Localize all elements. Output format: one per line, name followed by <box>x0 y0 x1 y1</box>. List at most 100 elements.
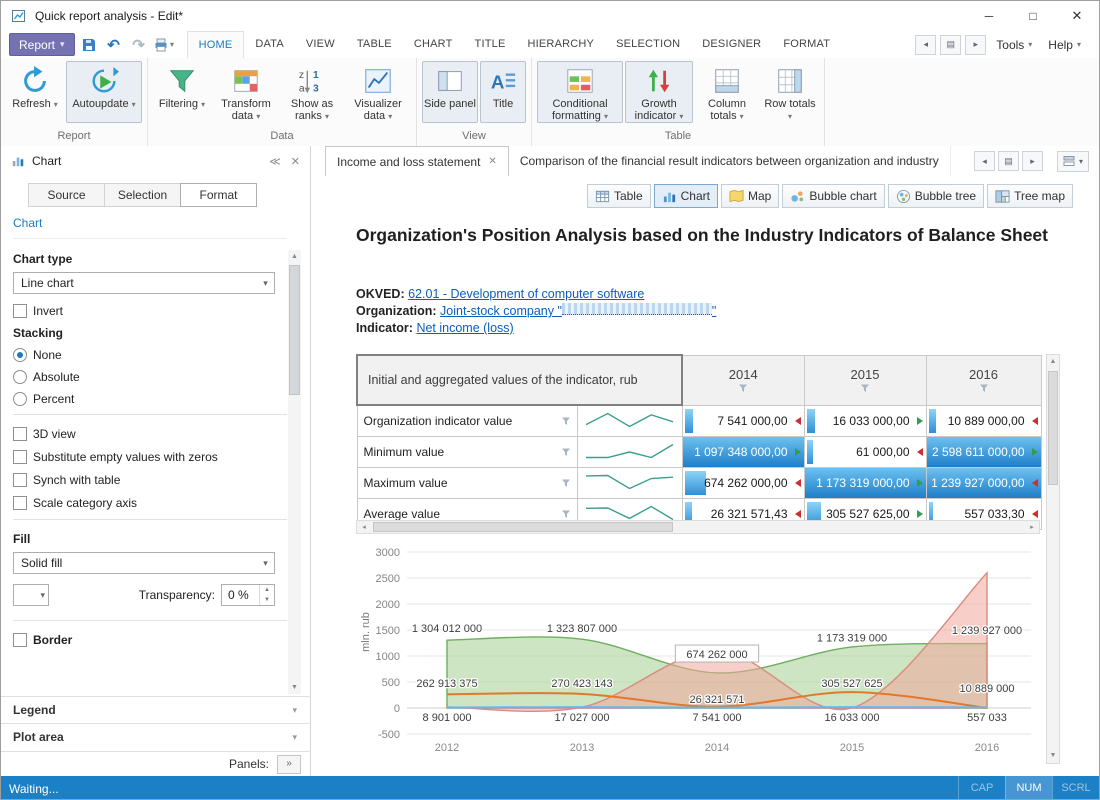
filter-icon[interactable] <box>561 447 571 457</box>
table-value-cell[interactable]: 61 000,00 <box>804 437 926 468</box>
radio-none[interactable] <box>13 348 27 362</box>
doc-tab-comparison[interactable]: Comparison of the financial result indic… <box>509 146 951 176</box>
table-row-label[interactable]: Maximum value <box>357 468 577 499</box>
column-totals-button[interactable]: Column totals ▾ <box>695 61 759 123</box>
title-button[interactable]: A Title <box>480 61 526 123</box>
table-year-header[interactable]: 2014 <box>682 355 804 405</box>
stacking-percent-option[interactable]: Percent <box>13 392 275 406</box>
table-corner-header[interactable]: Initial and aggregated values of the ind… <box>357 355 682 405</box>
spin-down-icon[interactable]: ▼ <box>260 595 274 605</box>
table-value-cell[interactable]: 1 097 348 000,00 <box>682 437 804 468</box>
table-row-label[interactable]: Organization indicator value <box>357 405 577 437</box>
invert-checkbox[interactable] <box>13 304 27 318</box>
autoupdate-button[interactable]: Autoupdate ▾ <box>66 61 142 123</box>
scroll-up-icon[interactable]: ▲ <box>1047 355 1059 369</box>
scroll-down-icon[interactable]: ▼ <box>288 681 301 694</box>
synch-with-table-checkbox[interactable] <box>13 473 27 487</box>
table-value-cell[interactable]: 10 889 000,00 <box>926 405 1041 437</box>
panels-expand-button[interactable]: » <box>277 755 301 774</box>
chart-canvas[interactable]: 300025002000150010005000-500201220132014… <box>365 544 1065 762</box>
tab-home[interactable]: HOME <box>187 31 245 58</box>
scroll-down-icon[interactable]: ▼ <box>1047 749 1059 763</box>
visualizer-bubble-tree-button[interactable]: Bubble tree <box>888 184 984 208</box>
table-year-header[interactable]: 2016 <box>926 355 1041 405</box>
sidebar-scrollbar[interactable]: ▲ ▼ <box>288 250 301 694</box>
visualizer-bubble-chart-button[interactable]: Bubble chart <box>782 184 884 208</box>
tab-scroll-left-button[interactable]: ◂ <box>974 151 995 171</box>
growth-indicator-button[interactable]: Growth indicator ▾ <box>625 61 693 123</box>
sidebar-tab-selection[interactable]: Selection <box>104 183 181 207</box>
section-chart[interactable]: Chart <box>13 216 287 239</box>
fill-select[interactable]: Solid fill ▾ <box>13 552 275 574</box>
scroll-left-icon[interactable]: ◂ <box>357 521 371 533</box>
radio-percent[interactable] <box>13 392 27 406</box>
doc-tab-income-statement[interactable]: Income and loss statement ✕ <box>325 146 509 177</box>
filter-icon[interactable] <box>979 383 989 393</box>
tab-table[interactable]: TABLE <box>346 31 403 58</box>
scroll-right-icon[interactable]: ▸ <box>1025 521 1039 533</box>
nav-next-button[interactable]: ▸ <box>965 35 986 55</box>
tab-format[interactable]: FORMAT <box>772 31 841 58</box>
filter-icon[interactable] <box>561 509 571 519</box>
scrollbar-thumb[interactable] <box>1048 371 1058 485</box>
maximize-button[interactable]: □ <box>1011 1 1055 31</box>
close-panel-button[interactable]: ✕ <box>291 155 300 168</box>
substitute-zeros-checkbox[interactable] <box>13 450 27 464</box>
print-button[interactable]: ▾ <box>153 34 175 56</box>
horizontal-scrollbar[interactable]: ◂ ▸ <box>356 520 1040 534</box>
sidebar-tab-format[interactable]: Format <box>180 183 257 207</box>
table-year-header[interactable]: 2015 <box>804 355 926 405</box>
tab-title[interactable]: TITLE <box>464 31 517 58</box>
help-menu[interactable]: Help ▾ <box>1042 38 1087 52</box>
filter-icon[interactable] <box>561 478 571 488</box>
substitute-zeros-option[interactable]: Substitute empty values with zeros <box>13 450 275 464</box>
tab-designer[interactable]: DESIGNER <box>691 31 772 58</box>
table-value-cell[interactable]: 1 173 319 000,00 <box>804 468 926 499</box>
layout-split-button[interactable]: ▾ <box>1057 151 1089 172</box>
show-as-ranks-button[interactable]: z a 1 3 Show as ranks ▾ <box>281 61 343 123</box>
scrollbar-thumb[interactable] <box>373 522 673 532</box>
close-button[interactable]: ✕ <box>1055 1 1099 31</box>
tab-view[interactable]: VIEW <box>295 31 346 58</box>
scroll-up-icon[interactable]: ▲ <box>288 250 301 263</box>
report-menu-button[interactable]: Report ▾ <box>9 33 75 56</box>
tab-selection[interactable]: SELECTION <box>605 31 691 58</box>
stacking-absolute-option[interactable]: Absolute <box>13 370 275 384</box>
filter-icon[interactable] <box>860 383 870 393</box>
redo-button[interactable]: ↷ <box>128 34 150 56</box>
table-value-cell[interactable]: 2 598 611 000,00 <box>926 437 1041 468</box>
synch-with-table-option[interactable]: Synch with table <box>13 473 275 487</box>
visualizer-data-button[interactable]: Visualizer data ▾ <box>345 61 411 123</box>
section-plot-area[interactable]: Plot area ▾ <box>1 723 311 750</box>
tab-list-button[interactable]: ▤ <box>998 151 1019 171</box>
filter-icon[interactable] <box>738 383 748 393</box>
3d-view-option[interactable]: 3D view <box>13 427 275 441</box>
undo-button[interactable]: ↶ <box>103 34 125 56</box>
sidebar-tab-source[interactable]: Source <box>28 183 105 207</box>
vertical-scrollbar[interactable]: ▲ ▼ <box>1046 354 1060 764</box>
visualizer-chart-button[interactable]: Chart <box>654 184 718 208</box>
tab-chart[interactable]: CHART <box>403 31 464 58</box>
3d-view-checkbox[interactable] <box>13 427 27 441</box>
table-value-cell[interactable]: 1 239 927 000,00 <box>926 468 1041 499</box>
transform-data-button[interactable]: Transform data ▾ <box>213 61 279 123</box>
invert-option[interactable]: Invert <box>13 304 275 318</box>
visualizer-table-button[interactable]: Table <box>587 184 651 208</box>
scale-category-axis-checkbox[interactable] <box>13 496 27 510</box>
tab-data[interactable]: DATA <box>244 31 295 58</box>
tab-scroll-right-button[interactable]: ▸ <box>1022 151 1043 171</box>
filter-icon[interactable] <box>561 416 571 426</box>
side-panel-button[interactable]: Side panel <box>422 61 478 123</box>
refresh-button[interactable]: Refresh ▾ <box>6 61 64 123</box>
chart-type-select[interactable]: Line chart ▾ <box>13 272 275 294</box>
minimize-button[interactable]: ─ <box>967 1 1011 31</box>
filtering-button[interactable]: Filtering ▾ <box>153 61 211 123</box>
tab-hierarchy[interactable]: HIERARCHY <box>517 31 606 58</box>
table-value-cell[interactable]: 16 033 000,00 <box>804 405 926 437</box>
fill-color-select[interactable]: ▾ <box>13 584 49 606</box>
row-totals-button[interactable]: Row totals ▾ <box>761 61 819 123</box>
save-button[interactable] <box>78 34 100 56</box>
visualizer-tree-map-button[interactable]: Tree map <box>987 184 1073 208</box>
organization-link[interactable]: Joint-stock company "" <box>440 304 716 318</box>
nav-prev-button[interactable]: ◂ <box>915 35 936 55</box>
